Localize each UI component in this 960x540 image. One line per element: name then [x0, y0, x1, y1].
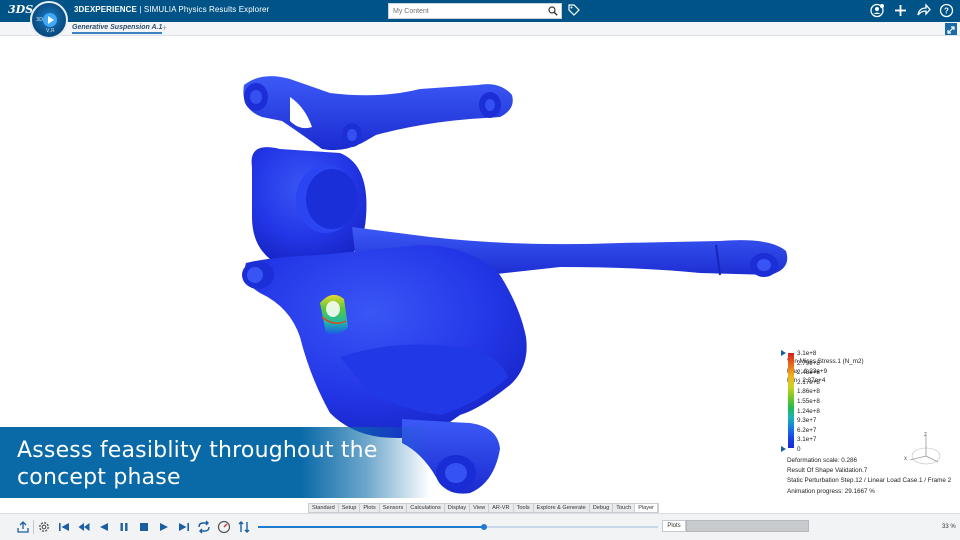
legend-tick: 2.48e+8: [797, 369, 820, 377]
step-info: Static Perturbation Step.12 / Linear Loa…: [787, 477, 952, 485]
caption-line-2: concept phase: [17, 465, 181, 490]
legend-tick: 3.1e+8: [797, 350, 817, 357]
last-frame-icon[interactable]: [177, 520, 191, 534]
tab-standard[interactable]: Standard: [309, 504, 339, 512]
speed-icon[interactable]: [217, 520, 231, 534]
axis-z-label: z: [924, 432, 927, 438]
search-icon[interactable]: [548, 6, 558, 16]
top-right-icons: ?: [870, 3, 954, 18]
add-tab-button[interactable]: +: [162, 23, 167, 33]
axis-triad-icon[interactable]: z x: [898, 430, 948, 470]
tab-touch[interactable]: Touch: [613, 504, 636, 512]
tab-debug[interactable]: Debug: [590, 504, 614, 512]
action-bar-tabs: Standard Setup Plots Sensors Calculation…: [308, 503, 660, 513]
tab-player[interactable]: Player: [635, 504, 659, 512]
legend-tick: 6.2e+7: [797, 426, 817, 434]
stop-icon[interactable]: [137, 520, 151, 534]
tab-generative-suspension[interactable]: Generative Suspension A.1: [72, 24, 163, 34]
previous-frame-icon[interactable]: [77, 520, 91, 534]
animation-progress-fill: [258, 526, 485, 528]
caption-text: Assess feasiblity throughout the concept…: [17, 437, 378, 491]
tab-tools[interactable]: Tools: [514, 504, 534, 512]
legend-tick: 9.3e+7: [797, 417, 817, 425]
tab-display[interactable]: Display: [445, 504, 471, 512]
play-backward-icon[interactable]: [97, 520, 111, 534]
legend-tick: 1.55e+8: [797, 397, 820, 405]
legend-upper-marker[interactable]: [781, 350, 786, 356]
legend-tick: 2.79e+8: [797, 359, 820, 367]
legend-tick: 3.1e+7: [797, 436, 817, 444]
legend-tick: 1.86e+8: [797, 388, 820, 396]
search-box[interactable]: [388, 3, 562, 19]
help-icon[interactable]: ?: [939, 3, 954, 18]
legend-tick: 0: [797, 445, 801, 453]
tag-icon[interactable]: [568, 4, 580, 16]
legend-tick-labels: 3.1e+8 2.79e+8 2.48e+8 2.17e+8 1.86e+8 1…: [797, 349, 820, 455]
compass-icon[interactable]: 3D V,R: [30, 1, 68, 39]
tab-ar-vr[interactable]: AR-VR: [489, 504, 514, 512]
legend-lower-marker[interactable]: [781, 446, 786, 452]
pause-icon[interactable]: [117, 520, 131, 534]
zoom-level: 33 %: [942, 524, 956, 530]
settings-icon[interactable]: [37, 520, 51, 534]
top-bar: 3DS 3DEXPERIENCE | SIMULIA Physics Resul…: [0, 0, 960, 22]
user-share-icon[interactable]: [870, 3, 885, 18]
plots-label[interactable]: Plots: [662, 520, 686, 532]
expand-icon[interactable]: [945, 23, 957, 35]
search-input[interactable]: [393, 5, 543, 17]
tab-strip: Generative Suspension A.1 +: [0, 22, 960, 36]
axis-x-label: x: [904, 456, 907, 462]
tab-calculations[interactable]: Calculations: [407, 504, 445, 512]
sort-icon[interactable]: [237, 520, 251, 534]
caption-banner: Assess feasiblity throughout the concept…: [0, 427, 430, 498]
legend-colorbar: [788, 353, 794, 448]
play-icon[interactable]: [43, 13, 57, 27]
animation-progress: Animation progress: 29.1667 %: [787, 487, 875, 495]
legend-tick: 2.17e+8: [797, 378, 820, 386]
animation-progress-track[interactable]: [258, 524, 658, 530]
tab-plots[interactable]: Plots: [360, 504, 380, 512]
legend-tick: 1.24e+8: [797, 407, 820, 415]
loop-icon[interactable]: [197, 520, 211, 534]
share-icon[interactable]: [916, 3, 931, 18]
add-icon[interactable]: [893, 3, 908, 18]
brand-name: 3DEXPERIENCE: [74, 5, 137, 14]
tab-view[interactable]: View: [470, 504, 490, 512]
first-frame-icon[interactable]: [57, 520, 71, 534]
toolbar-separator: [33, 520, 34, 534]
play-forward-icon[interactable]: [157, 520, 171, 534]
compass-vr-label: V,R: [46, 28, 55, 34]
tab-explore-generate[interactable]: Explore & Generate: [534, 504, 590, 512]
svg-text:?: ?: [944, 7, 949, 16]
export-icon[interactable]: [16, 520, 30, 534]
tab-setup[interactable]: Setup: [339, 504, 361, 512]
animation-progress-handle[interactable]: [481, 524, 488, 530]
3ds-logo: 3DS: [8, 3, 34, 16]
plots-bar[interactable]: [686, 520, 809, 532]
player-toolbar: Plots 33 %: [0, 513, 960, 540]
app-name: SIMULIA Physics Results Explorer: [143, 5, 270, 14]
compass-3d-label: 3D: [36, 17, 44, 23]
app-title: 3DEXPERIENCE | SIMULIA Physics Results E…: [74, 5, 270, 14]
caption-line-1: Assess feasiblity throughout the: [17, 438, 378, 463]
tab-sensors[interactable]: Sensors: [380, 504, 408, 512]
